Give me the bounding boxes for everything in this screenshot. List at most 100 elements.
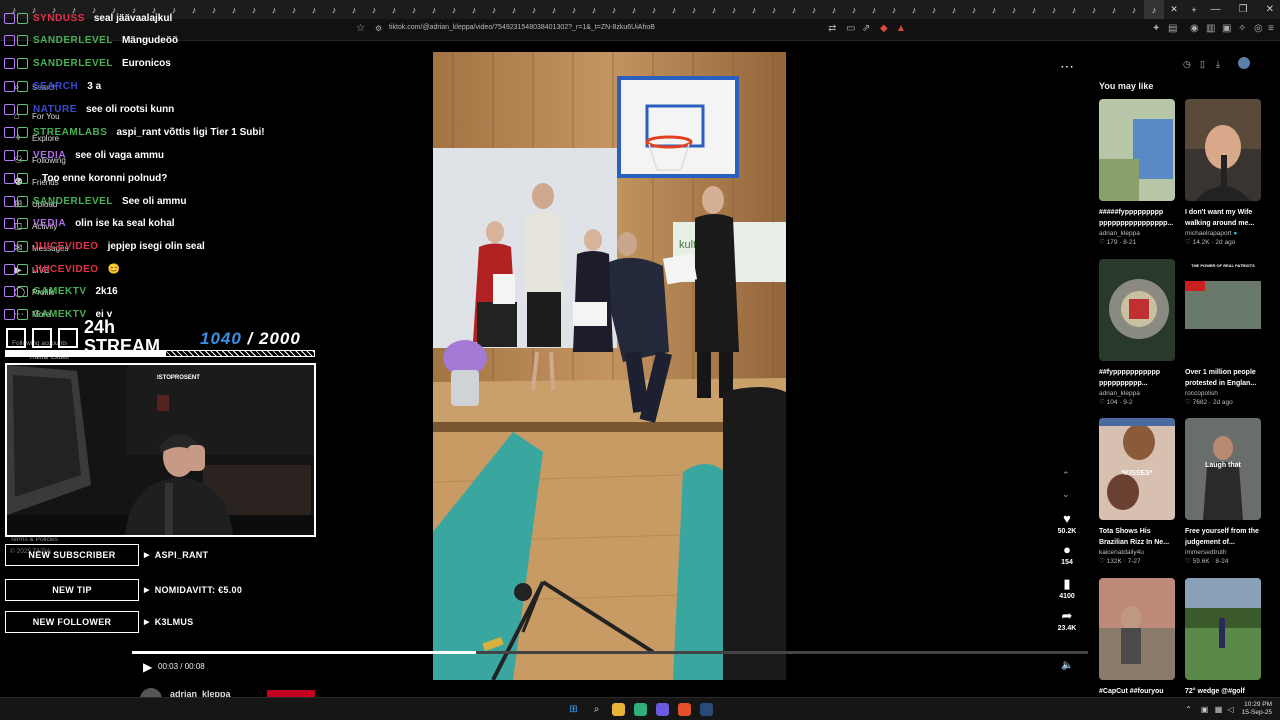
video-thumbnail[interactable]: Laugh that <box>1185 418 1261 520</box>
browser-tab[interactable]: ♪ <box>684 0 704 19</box>
video-title[interactable]: Tota Shows His Brazilian Rizz In Ne... <box>1099 526 1175 548</box>
extensions-icon[interactable]: ✦ <box>1152 23 1160 34</box>
cast-icon[interactable]: ▭ <box>846 23 855 34</box>
browser-tab[interactable]: ♪ <box>804 0 824 19</box>
video-author[interactable]: adrian_kleppa <box>1099 230 1175 237</box>
video-thumbnail[interactable] <box>1185 99 1261 201</box>
browser-tab[interactable]: ♪ <box>344 0 364 19</box>
recommended-video-card[interactable]: THE POWER OF REAL PATRIOTS Over 1 million… <box>1185 259 1261 406</box>
browser-tab[interactable]: ♪ <box>744 0 764 19</box>
browser-tab[interactable]: ♪ <box>864 0 884 19</box>
close-window-icon[interactable]: ✕ <box>1266 4 1274 15</box>
video-title[interactable]: #####fyppppppppp pppppppppppppppp... <box>1099 207 1175 229</box>
browser-tab[interactable]: ♪ <box>244 0 264 19</box>
browser-tab[interactable]: ♪ <box>184 0 204 19</box>
video-thumbnail[interactable] <box>1185 578 1261 680</box>
more-options-icon[interactable]: ⋯ <box>1060 58 1074 75</box>
browser-tab[interactable]: ♪ <box>824 0 844 19</box>
browser-tab[interactable]: ♪ <box>904 0 924 19</box>
browser-tab[interactable]: ♪ <box>944 0 964 19</box>
sidebar-icon[interactable]: ▤ <box>1168 23 1177 34</box>
video-author[interactable]: michaelrapaport ● <box>1185 230 1261 237</box>
browser-tab[interactable]: ♪ <box>724 0 744 19</box>
browser-tab[interactable]: ♪ <box>784 0 804 19</box>
history-icon[interactable]: ◷ <box>1183 59 1191 70</box>
follow-button[interactable] <box>267 690 315 697</box>
vpn-icon[interactable]: ◎ <box>1254 23 1263 34</box>
file-explorer-icon[interactable] <box>612 703 625 716</box>
video-title[interactable]: Free yourself from the judgement of... <box>1185 526 1261 548</box>
speaker-icon[interactable]: ◁ <box>1224 703 1237 716</box>
steam-icon[interactable] <box>700 703 713 716</box>
browser-tab[interactable]: ♪ <box>884 0 904 19</box>
leo-icon[interactable]: ✧ <box>1238 23 1246 34</box>
browser-tab[interactable]: ♪ <box>844 0 864 19</box>
app-icon[interactable] <box>634 703 647 716</box>
browser-tab[interactable]: ♪ <box>624 0 644 19</box>
browser-tab[interactable]: ♪ <box>564 0 584 19</box>
video-thumbnail[interactable] <box>1099 99 1175 201</box>
phone-icon[interactable]: ▯ <box>1200 59 1205 70</box>
browser-tab[interactable]: ♪ <box>424 0 444 19</box>
discord-icon[interactable] <box>656 703 669 716</box>
minimize-icon[interactable]: — <box>1211 4 1221 15</box>
video-seek-bar[interactable] <box>132 651 1088 654</box>
recommended-video-card[interactable]: *KISSES* Tota Shows His Brazilian Rizz In… <box>1099 418 1175 565</box>
browser-tab[interactable]: ♪ <box>1104 0 1124 19</box>
user-avatar[interactable] <box>1238 57 1250 69</box>
browser-tab[interactable]: ♪ <box>544 0 564 19</box>
browser-tab[interactable]: ♪ <box>204 0 224 19</box>
recommended-video-card[interactable]: 72° wedge @#golf <box>1185 578 1261 708</box>
download-icon[interactable]: ⤓ <box>1216 59 1220 70</box>
system-clock[interactable]: 10:29 PM 15-Sep-25 <box>1242 701 1272 717</box>
maximize-icon[interactable]: ❐ <box>1239 4 1248 15</box>
browser-tab[interactable]: ♪ <box>1064 0 1084 19</box>
browser-tab[interactable]: ♪ <box>524 0 544 19</box>
browser-tab[interactable]: ♪ <box>484 0 504 19</box>
bookmark-icon[interactable]: ☆ <box>356 23 365 34</box>
tray-chevron-icon[interactable]: ⌃ <box>1182 703 1195 716</box>
browser-tab[interactable]: ♪ <box>304 0 324 19</box>
new-tab-button[interactable]: + <box>1184 0 1204 19</box>
browser-tab[interactable]: ♪ <box>264 0 284 19</box>
browser-tab[interactable]: ♪ <box>1124 0 1144 19</box>
browser-tab[interactable]: ♪ <box>604 0 624 19</box>
share-icon[interactable]: ⇗ <box>862 23 870 34</box>
search-icon[interactable]: ⌕ <box>590 703 603 716</box>
browser-tab[interactable]: ♪ <box>324 0 344 19</box>
browser-tab[interactable]: ♪ <box>964 0 984 19</box>
browser-tab[interactable]: ♪ <box>1004 0 1024 19</box>
video-author[interactable]: kaicenatdaily4u <box>1099 549 1175 556</box>
browser-tab[interactable]: ♪ <box>644 0 664 19</box>
play-icon[interactable]: ▶ <box>143 660 152 674</box>
video-title[interactable]: Over 1 million people protested in Engla… <box>1185 367 1261 389</box>
menu-icon[interactable]: ≡ <box>1268 23 1274 34</box>
browser-tab[interactable]: ♪ <box>284 0 304 19</box>
recommended-video-card[interactable]: #CapCut ##fouryou <box>1099 578 1175 708</box>
profile-icon[interactable]: ◉ <box>1190 23 1199 34</box>
video-thumbnail[interactable] <box>1099 578 1175 680</box>
browser-tab[interactable]: ♪ <box>404 0 424 19</box>
browser-tab[interactable]: ♪ <box>1044 0 1064 19</box>
terms-link[interactable]: Terms & Policies <box>10 536 58 543</box>
browser-tab[interactable]: ♪ <box>984 0 1004 19</box>
browser-tab[interactable]: ♪ <box>444 0 464 19</box>
browser-tab[interactable]: ♪ <box>504 0 524 19</box>
comment-button[interactable]: ● 154 <box>1045 543 1089 567</box>
browser-tab[interactable]: ♪ <box>584 0 604 19</box>
browser-tab-active[interactable]: ♪ <box>1144 0 1164 19</box>
video-thumbnail[interactable] <box>1099 259 1175 361</box>
start-icon[interactable]: ⊞ <box>567 703 580 716</box>
share-button[interactable]: ➦ 23.4K <box>1045 609 1089 633</box>
volume-icon[interactable]: 🔈 <box>1061 660 1073 671</box>
video-player[interactable]: kultu <box>433 52 786 680</box>
like-button[interactable]: ♥ 50.2K <box>1045 512 1089 536</box>
browser-tab[interactable]: ♪ <box>224 0 244 19</box>
brave-browser-icon[interactable] <box>678 703 691 716</box>
video-thumbnail[interactable]: *KISSES* <box>1099 418 1175 520</box>
recommended-video-card[interactable]: #####fyppppppppp pppppppppppppppp... adri… <box>1099 99 1175 246</box>
recommended-video-card[interactable]: ##fyppppppppppp pppppppppp... adrian_klep… <box>1099 259 1175 406</box>
tray-app-icon[interactable]: ▣ <box>1198 703 1211 716</box>
previous-video-icon[interactable]: ⌃ <box>1062 470 1070 481</box>
next-video-icon[interactable]: ⌄ <box>1062 489 1070 500</box>
